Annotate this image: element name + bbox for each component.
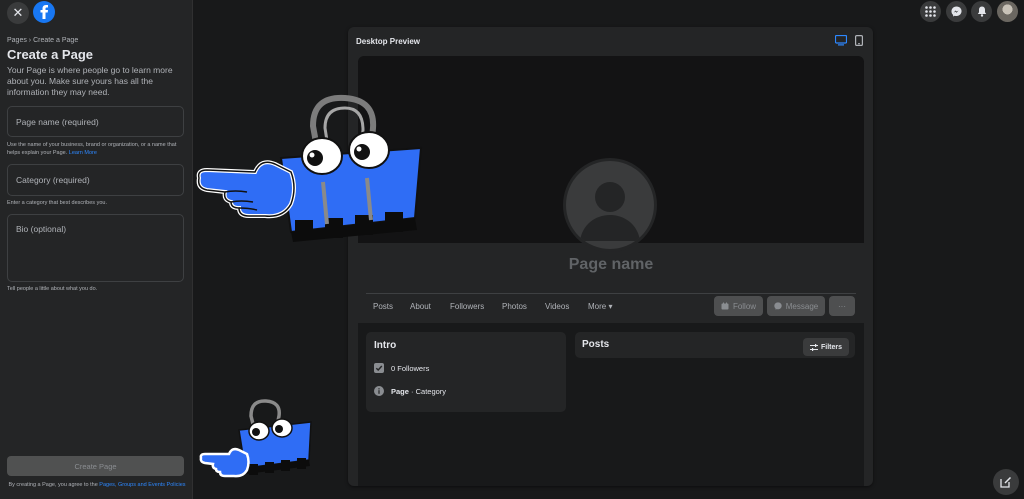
messenger-button[interactable] — [946, 1, 967, 22]
facebook-f-icon — [40, 5, 48, 19]
bio-textarea[interactable] — [8, 215, 183, 281]
new-message-button[interactable] — [993, 469, 1019, 495]
facebook-logo[interactable] — [33, 1, 55, 23]
page-preview: Page name Posts About Followers Photos V… — [358, 56, 864, 486]
menu-button[interactable] — [920, 1, 941, 22]
bio-help: Tell people a little about what you do. — [7, 286, 98, 292]
compose-icon — [1000, 476, 1012, 488]
posts-title: Posts — [582, 339, 610, 350]
message-button[interactable]: Message — [767, 296, 825, 316]
info-icon — [374, 386, 384, 396]
close-icon: ✕ — [12, 5, 24, 20]
posts-card: Posts Filters — [575, 332, 855, 358]
page-description: Your Page is where people go to learn mo… — [7, 65, 173, 97]
tab-more[interactable]: More ▾ — [588, 302, 612, 311]
page-title: Create a Page — [7, 47, 93, 62]
follow-icon — [721, 302, 729, 310]
mobile-icon[interactable] — [855, 35, 863, 46]
filters-button[interactable]: Filters — [803, 338, 849, 356]
page-name-field[interactable] — [7, 106, 184, 137]
more-options-button[interactable]: ··· — [829, 296, 855, 316]
preview-title: Desktop Preview — [356, 37, 421, 46]
tab-about[interactable]: About — [410, 302, 431, 311]
divider — [366, 293, 856, 294]
page-name-help: Use the name of your business, brand or … — [7, 142, 177, 156]
intro-title: Intro — [374, 340, 397, 351]
checkbox-icon — [374, 363, 384, 373]
notifications-button[interactable] — [971, 1, 992, 22]
tab-posts[interactable]: Posts — [373, 302, 393, 311]
followers-row: 0 Followers — [374, 363, 429, 373]
category-field[interactable] — [7, 164, 184, 196]
account-avatar[interactable] — [997, 1, 1018, 22]
category-input[interactable] — [8, 165, 183, 195]
follow-button[interactable]: Follow — [714, 296, 763, 316]
binder-clip-mascot — [196, 94, 423, 242]
page-name-heading: Page name — [568, 256, 654, 273]
default-avatar-icon — [580, 182, 640, 241]
page-category-row: Page · Category — [374, 386, 446, 396]
page-name-input[interactable] — [8, 107, 183, 136]
bell-icon — [977, 6, 986, 17]
create-page-button[interactable]: Create Page — [7, 456, 184, 476]
terms-text: By creating a Page, you agree to the Pag… — [8, 482, 186, 488]
device-toggle — [835, 35, 863, 46]
sliders-icon — [809, 343, 818, 351]
breadcrumb: Pages › Create a Page — [7, 37, 79, 44]
messenger-icon — [774, 302, 782, 310]
small-binder-clip-mascot — [199, 399, 312, 478]
grid-menu-icon — [925, 6, 936, 17]
intro-card: Intro 0 Followers Page · Category — [366, 332, 566, 412]
close-button[interactable]: ✕ — [7, 2, 29, 24]
create-page-sidebar: ✕ Pages › Create a Page Create a Page Yo… — [0, 0, 193, 499]
desktop-icon[interactable] — [835, 35, 847, 46]
tab-photos[interactable]: Photos — [502, 302, 527, 311]
bio-field[interactable] — [7, 214, 184, 282]
category-help: Enter a category that best describes you… — [7, 200, 107, 206]
learn-more-link[interactable]: Learn More — [69, 150, 97, 156]
tab-videos[interactable]: Videos — [545, 302, 569, 311]
policies-link[interactable]: Pages, Groups and Events Policies — [99, 482, 185, 488]
messenger-icon — [951, 6, 962, 17]
profile-picture — [563, 158, 657, 252]
tab-followers[interactable]: Followers — [450, 302, 484, 311]
